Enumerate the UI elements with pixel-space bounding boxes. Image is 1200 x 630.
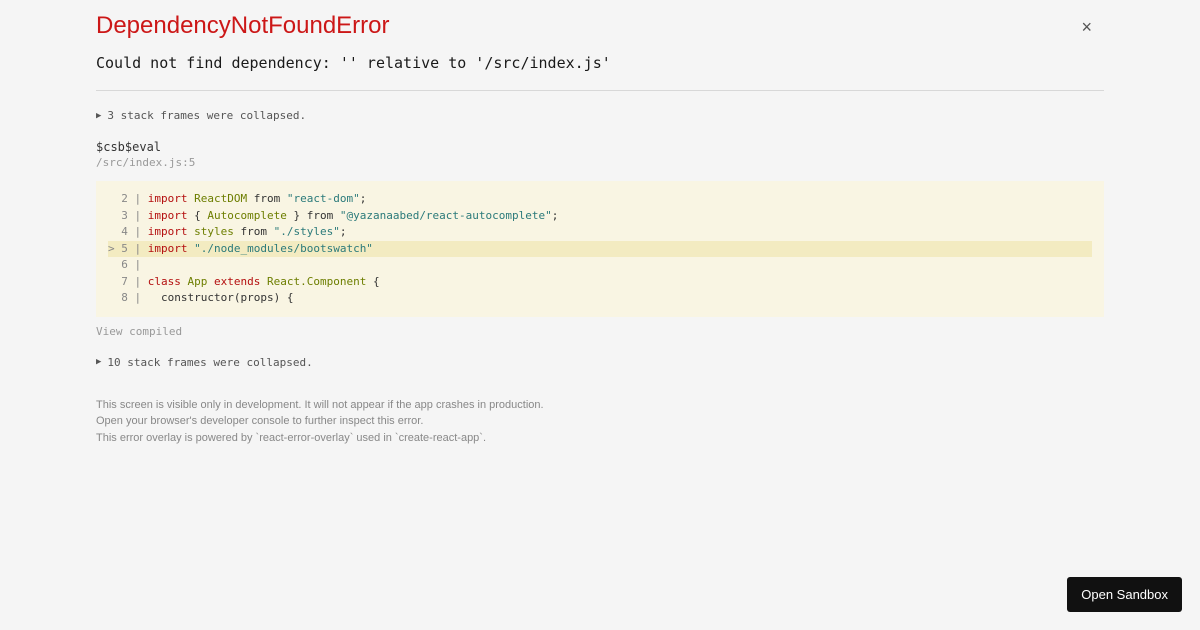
code-line: 4 | import styles from "./styles"; [108, 224, 1092, 241]
code-line: 6 | [108, 257, 1092, 274]
expand-icon: ▶ [96, 111, 101, 121]
footer-line-2: Open your browser's developer console to… [96, 413, 1104, 430]
collapsed-frames-top-label: 3 stack frames were collapsed. [107, 109, 306, 122]
code-line: 7 | class App extends React.Component { [108, 274, 1092, 291]
footer-note: This screen is visible only in developme… [96, 397, 1104, 447]
error-message: Could not find dependency: '' relative t… [96, 54, 1104, 72]
error-overlay: DependencyNotFoundError Could not find d… [0, 0, 1200, 446]
frame-name: $csb$eval [96, 140, 1104, 154]
collapsed-frames-bottom[interactable]: ▶ 10 stack frames were collapsed. [96, 356, 1104, 369]
divider [96, 90, 1104, 91]
code-line: 8 | constructor(props) { [108, 290, 1092, 307]
expand-icon: ▶ [96, 357, 101, 367]
footer-line-3: This error overlay is powered by `react-… [96, 430, 1104, 447]
open-sandbox-button[interactable]: Open Sandbox [1067, 577, 1182, 612]
footer-line-1: This screen is visible only in developme… [96, 397, 1104, 414]
collapsed-frames-top[interactable]: ▶ 3 stack frames were collapsed. [96, 109, 1104, 122]
code-line: > 5 | import "./node_modules/bootswatch" [108, 241, 1092, 258]
collapsed-frames-bottom-label: 10 stack frames were collapsed. [107, 356, 312, 369]
close-button[interactable]: × [1081, 18, 1092, 36]
code-line: 3 | import { Autocomplete } from "@yazan… [108, 208, 1092, 225]
code-block: 2 | import ReactDOM from "react-dom"; 3 … [96, 181, 1104, 317]
view-compiled-link[interactable]: View compiled [96, 325, 1104, 338]
code-line: 2 | import ReactDOM from "react-dom"; [108, 191, 1092, 208]
frame-location: /src/index.js:5 [96, 156, 1104, 169]
error-title: DependencyNotFoundError [96, 12, 1104, 40]
